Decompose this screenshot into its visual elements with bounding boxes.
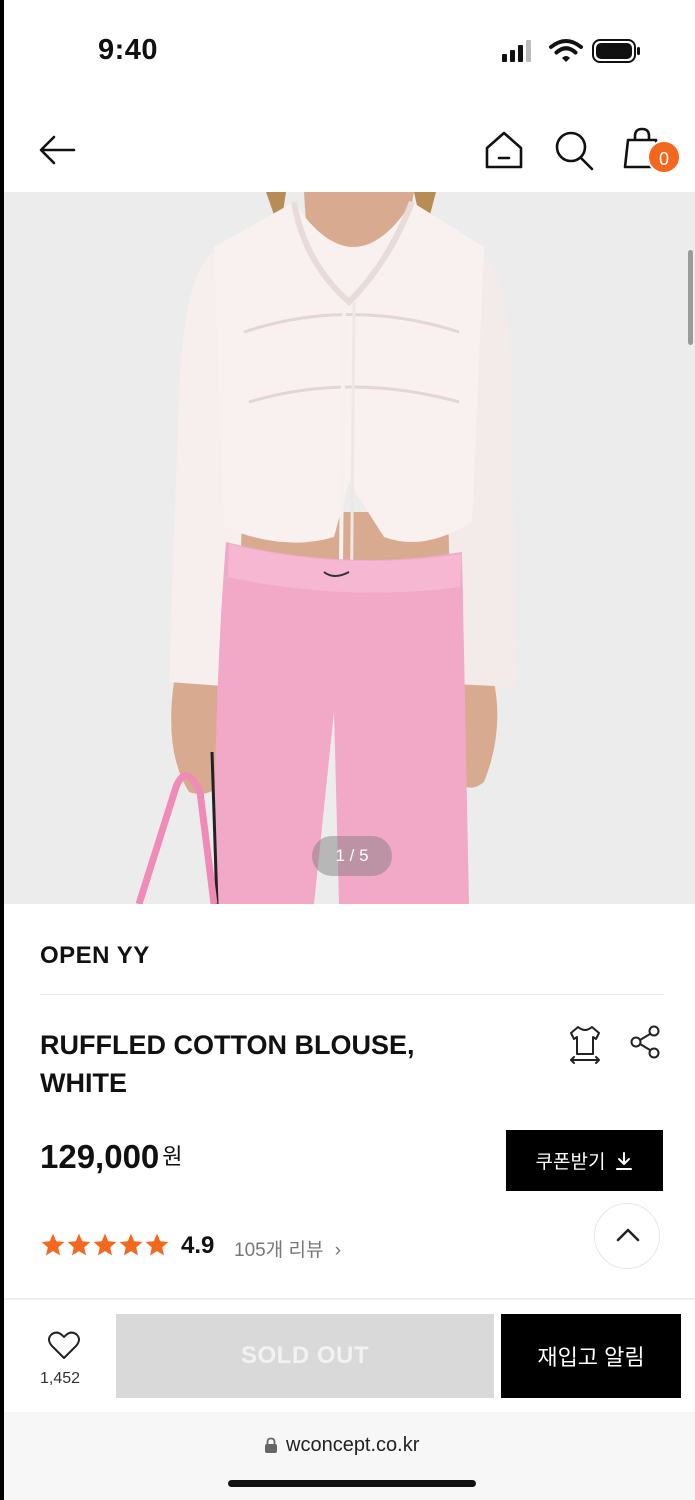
- chevron-up-icon: [616, 1228, 640, 1242]
- restock-alert-button[interactable]: 재입고 알림: [501, 1314, 681, 1398]
- share-icon[interactable]: [628, 1024, 662, 1060]
- back-arrow-icon[interactable]: [36, 130, 78, 170]
- price-currency: 원: [162, 1144, 183, 1169]
- product-photo: [4, 192, 695, 904]
- product-title: RUFFLED COTTON BLOUSE, WHITE: [40, 1030, 415, 1098]
- divider: [40, 994, 664, 995]
- coupon-download-button[interactable]: 쿠폰받기: [506, 1130, 663, 1191]
- url-text: wconcept.co.kr: [286, 1434, 420, 1456]
- wifi-icon: [549, 39, 583, 62]
- star-icon: [41, 1233, 65, 1256]
- home-indicator[interactable]: [228, 1480, 476, 1487]
- star-icon: [145, 1233, 169, 1256]
- reviews-link[interactable]: 105개 리뷰 ›: [234, 1235, 341, 1262]
- bottom-bar-divider: [4, 1298, 695, 1300]
- star-icon: [119, 1233, 143, 1256]
- chevron-right-icon: ›: [334, 1240, 342, 1261]
- price-amount: 129,000: [40, 1138, 160, 1175]
- size-guide-icon[interactable]: [566, 1024, 604, 1064]
- status-time: 9:40: [98, 34, 159, 66]
- scroll-to-top-button[interactable]: [594, 1203, 660, 1269]
- rating-value: 4.9: [181, 1232, 215, 1259]
- home-icon[interactable]: [482, 128, 526, 172]
- download-icon: [616, 1151, 633, 1170]
- rating-stars: [40, 1230, 170, 1260]
- star-icon: [67, 1233, 91, 1256]
- cart-count-badge: 0: [647, 140, 681, 174]
- heart-icon: [48, 1331, 80, 1359]
- status-bar: 9:40: [0, 0, 695, 100]
- product-price: 129,000 원: [40, 1138, 183, 1176]
- cellular-signal-icon: [502, 40, 531, 62]
- sold-out-button[interactable]: SOLD OUT: [116, 1314, 494, 1398]
- coupon-button-label: 쿠폰받기: [535, 1152, 606, 1173]
- page-scrollbar[interactable]: [688, 250, 693, 345]
- image-pager-indicator: 1 / 5: [312, 836, 392, 876]
- star-icon: [93, 1233, 117, 1256]
- reviews-count-label: 105개 리뷰: [234, 1240, 324, 1261]
- top-nav-bar: [0, 100, 695, 192]
- lock-icon: [265, 1437, 277, 1453]
- battery-icon: [592, 39, 640, 63]
- search-icon[interactable]: [553, 128, 595, 172]
- wishlist-count: 1,452: [40, 1370, 81, 1387]
- product-image[interactable]: [4, 192, 695, 904]
- brand-name[interactable]: OPEN YY: [40, 942, 150, 970]
- url-display[interactable]: wconcept.co.kr: [264, 1434, 419, 1457]
